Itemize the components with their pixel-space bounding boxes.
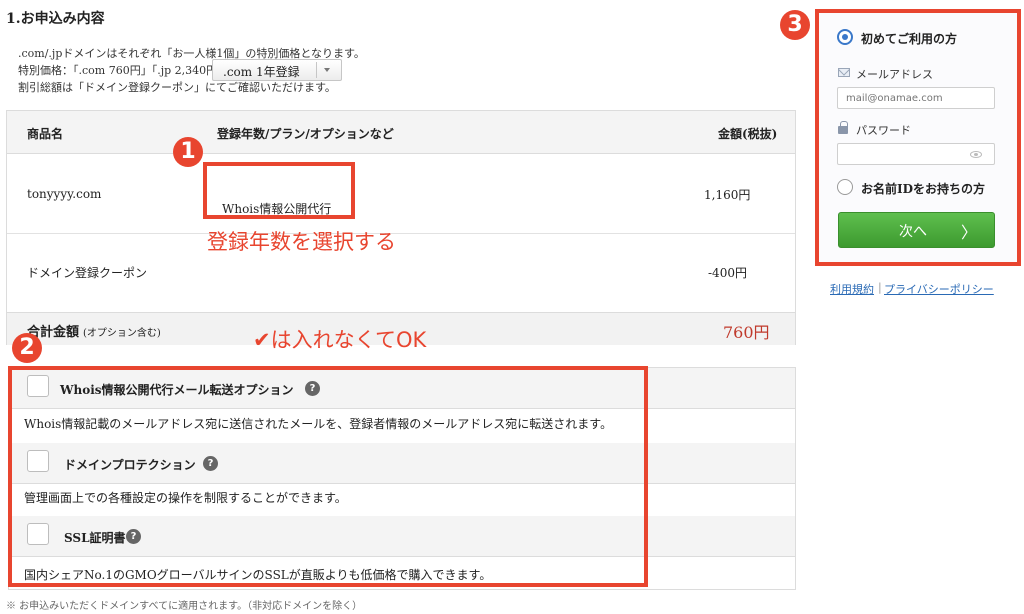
annotation-box-1 [203,162,355,219]
intro-line-2: 特別価格：「.com 760円」「.jp 2,340円」 [18,64,229,77]
domain-name: tonyyyy.com [27,187,102,201]
annotation-check-hint: ✔は入れなくてOK [253,328,427,352]
annotation-select-hint: 登録年数を選択する [207,230,396,254]
terms-link[interactable]: 利用規約 [830,281,874,297]
footnote: ※ お申込みいただくドメインすべてに適用されます。（非対応ドメインを除く） [6,601,363,612]
annotation-box-2 [8,366,648,587]
select-value: .com 1年登録 [223,65,300,79]
annotation-badge-2: 2 [12,333,42,363]
annotation-box-3 [815,9,1021,266]
coupon-name: ドメイン登録クーポン [27,266,148,280]
domain-price: 1,160円 [704,188,751,202]
coupon-price: -400円 [708,266,747,280]
privacy-link[interactable]: プライバシーポリシー [884,281,994,297]
link-separator: | [878,281,882,294]
total-price: 760円 [723,323,770,342]
select-divider [316,62,317,78]
section-title: 1.お申込み内容 [6,11,105,27]
row-divider [7,233,795,234]
intro-line-3: 割引総額は「ドメイン登録クーポン」にてご確認いただけます。 [18,81,336,94]
registration-years-select[interactable]: .com 1年登録 [212,59,342,81]
header-plan: 登録年数/プラン/オプションなど [217,127,394,141]
header-price: 金額(税抜) [718,127,778,141]
dropdown-arrow-icon [324,68,330,72]
order-table: 商品名 登録年数/プラン/オプションなど 金額(税抜) tonyyyy.com … [6,110,796,345]
order-table-header [7,111,795,154]
header-product: 商品名 [27,127,64,141]
annotation-badge-1: 1 [173,137,203,167]
annotation-badge-3: 3 [780,10,810,40]
total-note: (オプション含む) [83,328,161,339]
